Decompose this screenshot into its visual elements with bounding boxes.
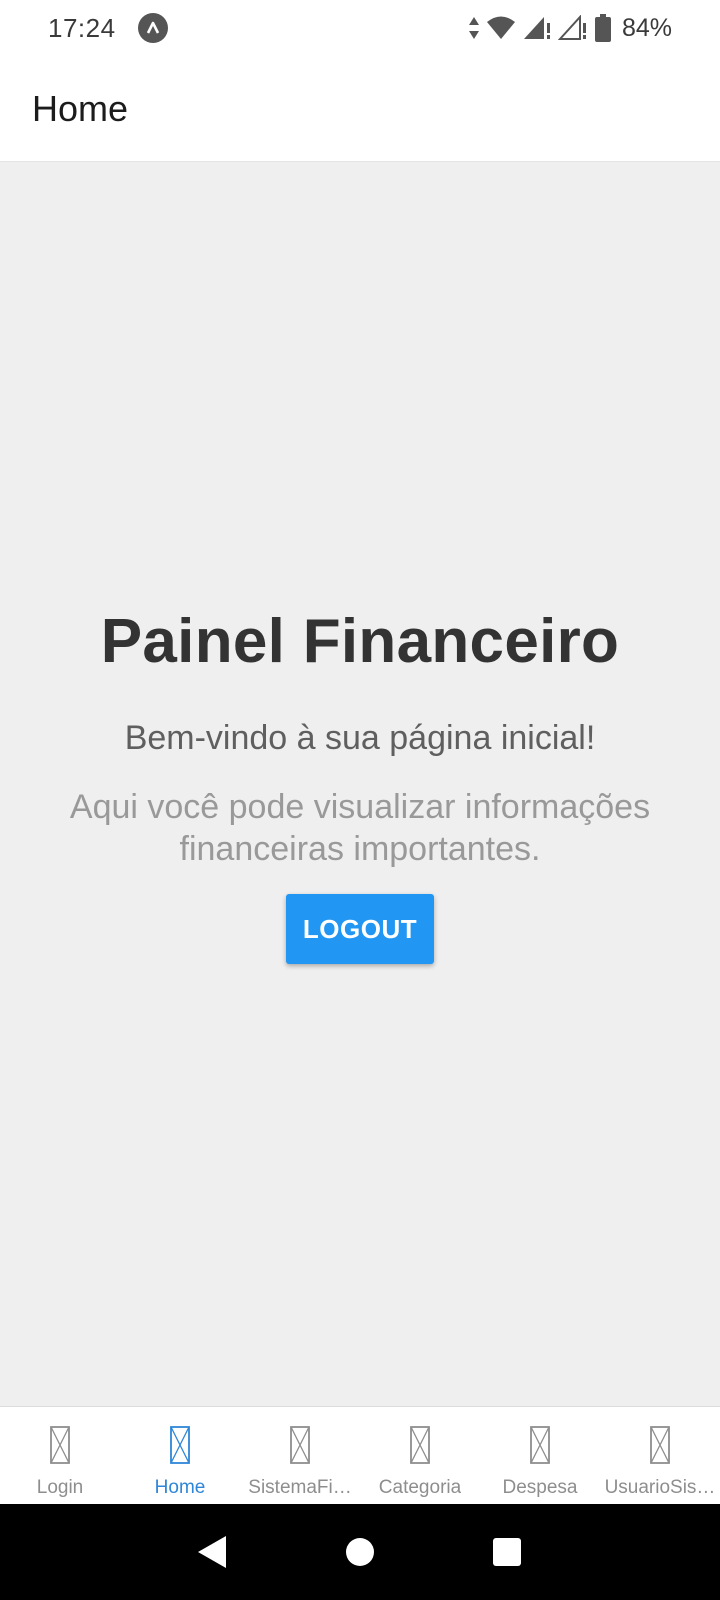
wifi-icon (486, 15, 516, 41)
app-bar: Home (0, 56, 720, 162)
heading: Painel Financeiro (100, 607, 620, 676)
tab-login[interactable]: Login (0, 1407, 120, 1504)
status-left: 17:24 (48, 13, 168, 44)
missing-glyph-icon (170, 1426, 190, 1464)
system-nav-bar (0, 1504, 720, 1600)
tab-home[interactable]: Home (120, 1407, 240, 1504)
tab-label: Login (36, 1477, 84, 1498)
logout-button[interactable]: LOGOUT (285, 894, 435, 964)
missing-glyph-icon (290, 1426, 310, 1464)
info-text: Aqui você pode visualizar informações fi… (69, 788, 651, 868)
data-arrows-icon (468, 15, 480, 41)
bottom-tab-bar: Login Home SistemaFi… Categoria Despesa … (0, 1406, 720, 1504)
signal-icon (522, 15, 552, 41)
missing-glyph-icon (50, 1426, 70, 1464)
battery-percentage: 84% (621, 13, 672, 42)
status-right: 84% (468, 14, 672, 43)
signal-2-icon (557, 15, 588, 41)
tab-categoria[interactable]: Categoria (360, 1407, 480, 1504)
tab-label: Home (154, 1477, 206, 1498)
notification-a-icon (137, 13, 168, 43)
tab-despesa[interactable]: Despesa (480, 1407, 600, 1504)
home-panel: Painel Financeiro Bem-vindo à sua página… (0, 606, 720, 964)
tab-label: Despesa (502, 1477, 578, 1498)
tab-usuario-sistema[interactable]: UsuarioSis… (600, 1407, 720, 1504)
tab-label: UsuarioSis… (604, 1477, 716, 1498)
tab-label: Categoria (378, 1477, 462, 1498)
home-circle-icon[interactable] (330, 1522, 390, 1582)
status-bar: 17:24 84% (0, 0, 720, 56)
missing-glyph-icon (410, 1426, 430, 1464)
main-content: Painel Financeiro Bem-vindo à sua página… (0, 162, 720, 1406)
welcome-text: Bem-vindo à sua página inicial! (124, 719, 596, 757)
missing-glyph-icon (650, 1426, 670, 1464)
tab-label: SistemaFi… (248, 1477, 352, 1498)
battery-icon (594, 14, 612, 42)
back-icon[interactable] (183, 1522, 243, 1582)
missing-glyph-icon (530, 1426, 550, 1464)
tab-sistema-financeiro[interactable]: SistemaFi… (240, 1407, 360, 1504)
status-time: 17:24 (48, 12, 116, 43)
screen: 17:24 84% Home Painel Financeiro Bem-vin… (0, 0, 720, 1600)
page-title: Home (32, 87, 129, 129)
recents-square-icon[interactable] (477, 1522, 537, 1582)
